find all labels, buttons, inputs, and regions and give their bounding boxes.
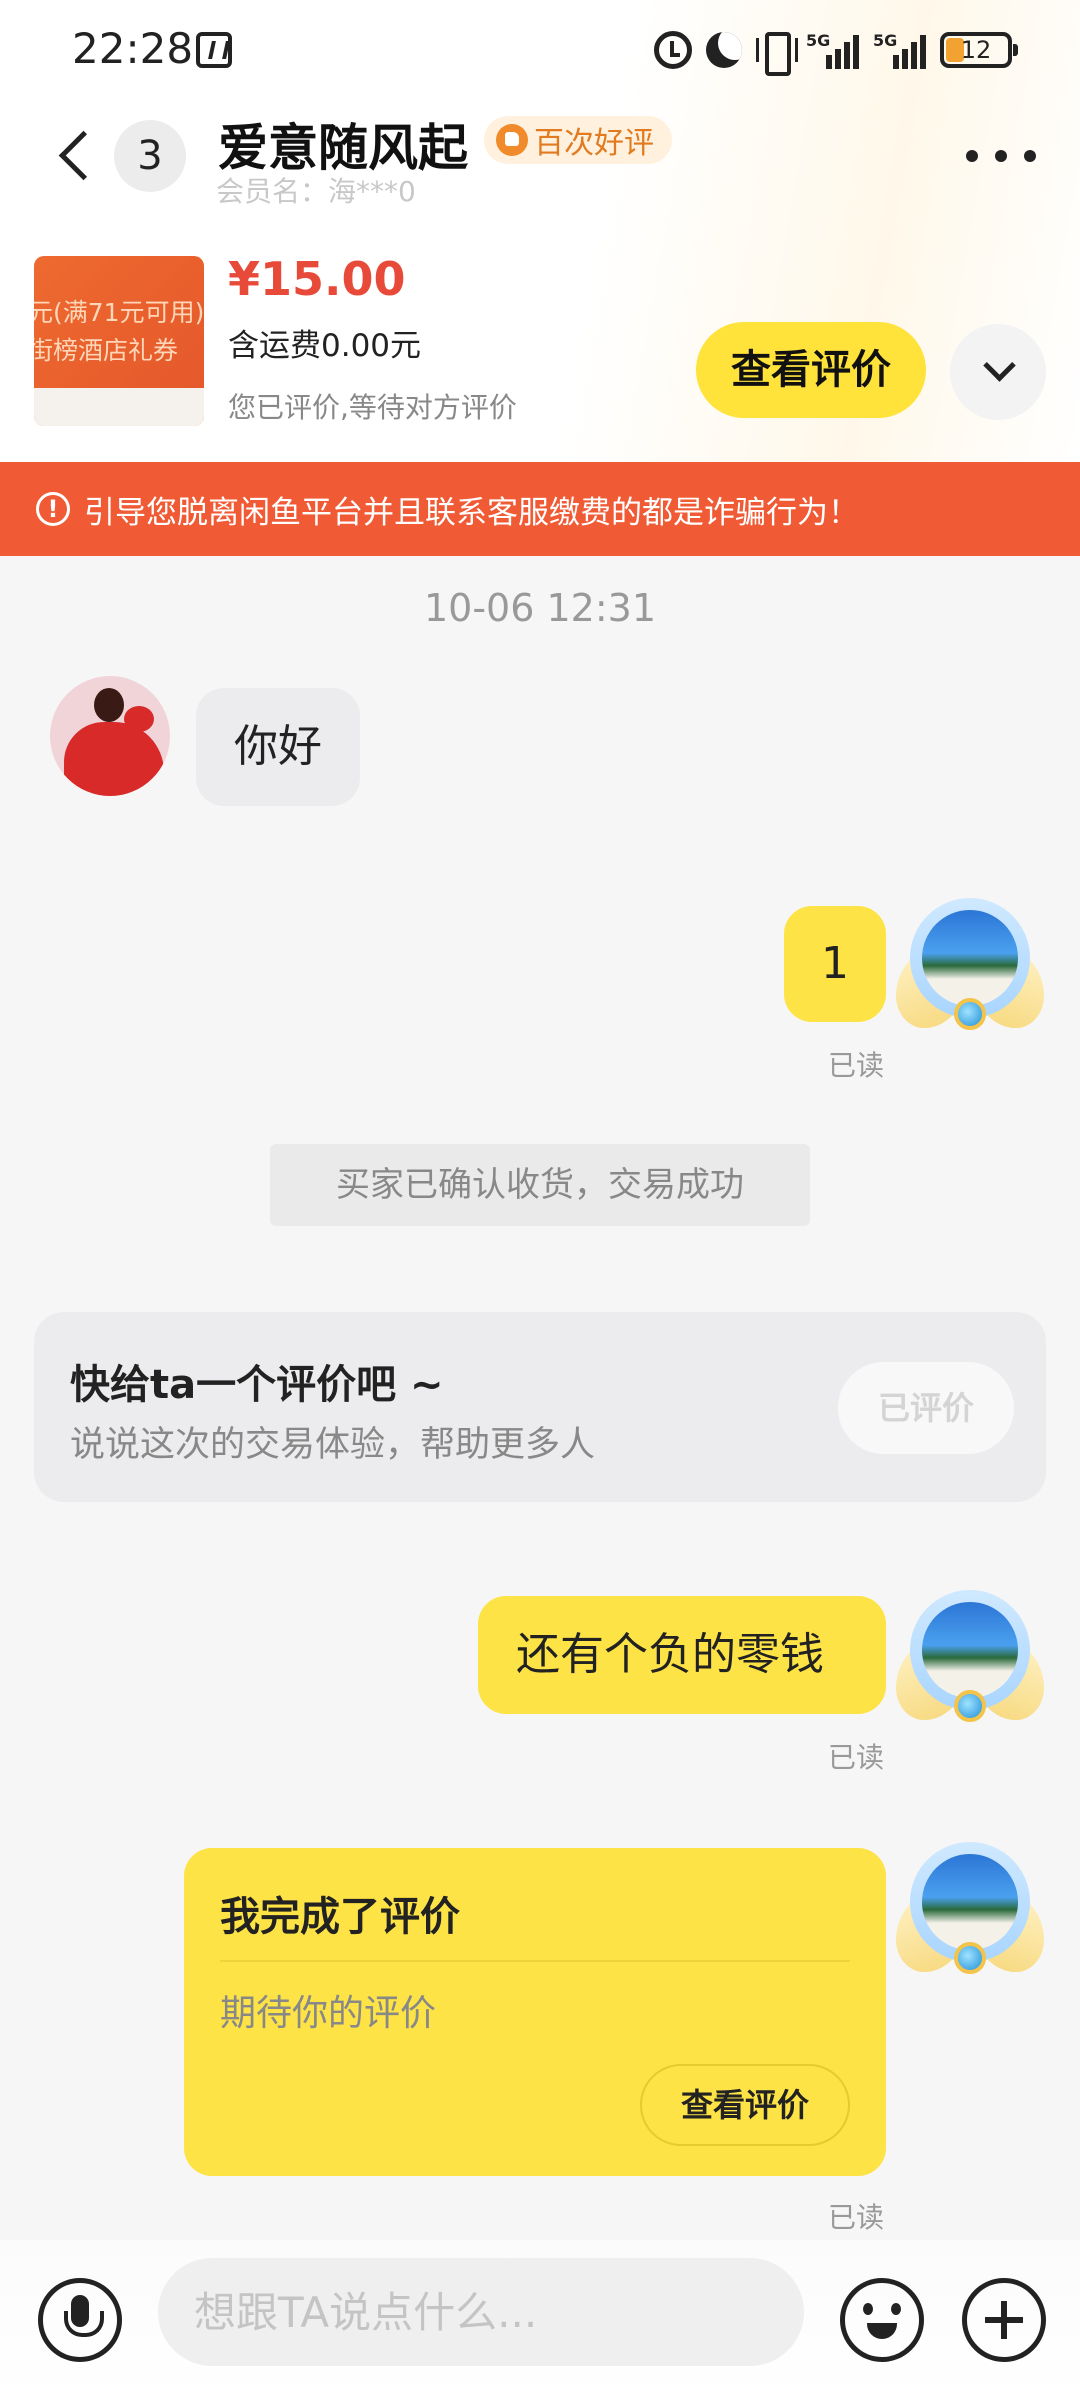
more-options-icon[interactable] [966, 136, 1036, 176]
divider [220, 1960, 850, 1962]
outgoing-message-2[interactable]: 还有个负的零钱 [478, 1596, 886, 1714]
member-name: 会员名：海***0 [216, 175, 416, 208]
fraud-warning-banner: ! 引导您脱离闲鱼平台并且联系客服缴费的都是诈骗行为！ [0, 462, 1080, 556]
back-arrow-icon[interactable] [54, 126, 98, 186]
review-prompt-title: 快给ta一个评价吧 ~ [70, 1362, 444, 1408]
do-not-disturb-icon [706, 32, 742, 68]
product-thumbnail-text: 元(满71元可用) [34, 298, 204, 327]
rating-badge-label: 百次好评 [534, 126, 654, 161]
review-prompt-card: 快给ta一个评价吧 ~ 说说这次的交易体验，帮助更多人 已评价 [34, 1312, 1046, 1502]
unread-count-badge: 3 [114, 120, 186, 192]
review-completed-title: 我完成了评价 [220, 1894, 460, 1940]
battery-level: 12 [960, 36, 992, 64]
warning-icon: ! [36, 492, 70, 526]
outgoing-message[interactable]: 1 [784, 906, 886, 1022]
signal-strength-icon: 5G [806, 31, 859, 69]
plus-icon[interactable] [962, 2278, 1046, 2362]
my-avatar[interactable] [896, 898, 1044, 1046]
battery-icon: 12 [940, 32, 1018, 68]
reviewed-button[interactable]: 已评价 [838, 1362, 1014, 1454]
signal-strength-icon-2: 5G [873, 31, 926, 69]
network-type-label: 5G [806, 31, 831, 50]
view-review-card-button[interactable]: 查看评价 [640, 2064, 850, 2146]
review-completed-subtitle: 期待你的评价 [220, 1993, 437, 2034]
shipping-fee: 含运费0.00元 [228, 328, 422, 364]
contact-avatar[interactable] [50, 676, 170, 796]
read-receipt: 已读 [828, 1049, 885, 1082]
input-bar [0, 2240, 1080, 2400]
nfc-icon [196, 32, 232, 68]
system-notice: 买家已确认收货，交易成功 [270, 1144, 810, 1226]
product-thumbnail[interactable]: 元(满71元可用) 街榜酒店礼券 [34, 256, 204, 426]
chevron-down-icon[interactable] [950, 324, 1046, 420]
message-input[interactable] [158, 2258, 804, 2366]
review-prompt-subtitle: 说说这次的交易体验，帮助更多人 [70, 1425, 596, 1465]
product-price: ¥15.00 [228, 252, 406, 306]
warning-text: 引导您脱离闲鱼平台并且联系客服缴费的都是诈骗行为！ [84, 494, 859, 531]
chat-timestamp: 10-06 12:31 [423, 586, 656, 630]
my-avatar-2[interactable] [896, 1590, 1044, 1738]
read-receipt-2: 已读 [828, 1741, 885, 1774]
rating-badge[interactable]: 百次好评 [484, 116, 672, 164]
vibrate-icon [756, 30, 798, 76]
read-receipt-3: 已读 [828, 2201, 885, 2234]
status-icons: 5G 5G 12 [654, 28, 1018, 76]
product-thumbnail-text-2: 街榜酒店礼券 [34, 336, 179, 365]
alarm-icon [654, 31, 692, 69]
incoming-message[interactable]: 你好 [196, 688, 360, 806]
status-bar: 22:28 5G 5G 12 [0, 0, 1080, 100]
microphone-icon[interactable] [38, 2278, 122, 2362]
status-time: 22:28 [72, 24, 194, 73]
my-avatar-3[interactable] [896, 1842, 1044, 1990]
view-review-button[interactable]: 查看评价 [696, 322, 926, 418]
review-completed-card[interactable]: 我完成了评价 期待你的评价 查看评价 [184, 1848, 886, 2176]
emoji-icon[interactable] [840, 2278, 924, 2362]
thumbs-up-icon [496, 124, 528, 156]
review-status: 您已评价,等待对方评价 [228, 391, 517, 424]
network-type-label-2: 5G [873, 31, 898, 50]
